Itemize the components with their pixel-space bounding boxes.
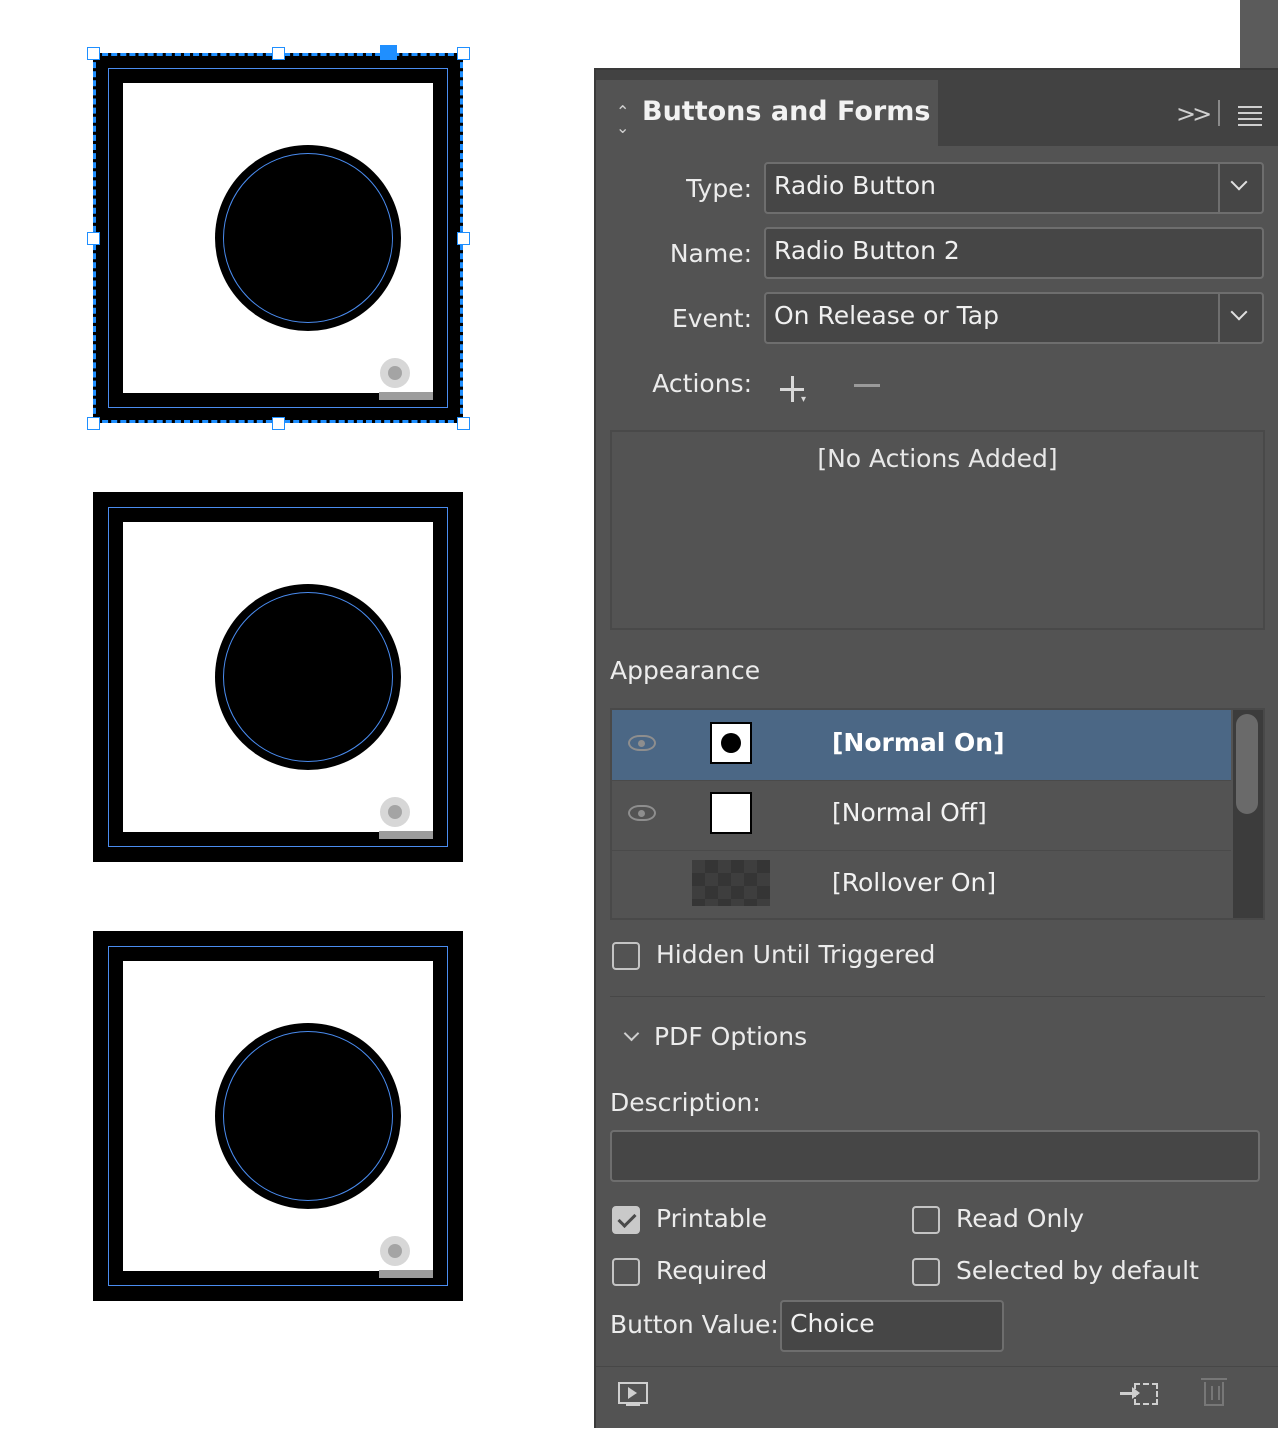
read-only-label: Read Only [956,1204,1085,1233]
section-divider [610,996,1265,997]
header-separator [1218,100,1220,126]
name-label: Name: [669,239,752,268]
state-thumbnail-on [710,722,752,764]
form-field-indicator-icon [380,797,410,827]
resize-handle-bottom[interactable] [272,417,285,430]
eye-icon[interactable] [628,735,656,751]
resize-handle-top[interactable] [272,47,285,60]
state-thumbnail-empty [692,860,770,906]
buttons-and-forms-panel: ⌃ ⌄ Buttons and Forms >> Type: Radio Butt… [594,68,1278,1428]
double-chevron-right-icon[interactable]: >> [1176,100,1212,128]
state-row-normal-on[interactable]: [Normal On] [612,710,1231,781]
event-label: Event: [671,304,752,333]
state-row-normal-off[interactable]: [Normal Off] [612,780,1231,851]
type-label: Type: [686,174,752,203]
preview-stand [626,1404,640,1412]
hidden-until-triggered-label: Hidden Until Triggered [656,940,936,969]
actions-label: Actions: [652,369,752,398]
anchor-handle[interactable] [380,45,397,60]
scrollbar-thumb[interactable] [1236,714,1258,814]
eye-icon[interactable] [628,805,656,821]
selection-frame [93,53,463,423]
required-checkbox[interactable] [612,1258,640,1286]
form-field-indicator-bar [379,831,433,839]
resize-handle-bottom-right[interactable] [457,417,470,430]
type-dropdown-button[interactable] [1218,164,1262,212]
radio-button-artwork-2[interactable] [93,492,463,862]
convert-to-object-icon[interactable] [1120,1380,1162,1410]
chevron-down-icon[interactable] [623,1025,640,1042]
form-field-indicator-icon [380,1236,410,1266]
footer-divider [596,1366,1278,1367]
name-field[interactable]: Radio Button 2 [764,227,1264,279]
up-down-arrows-icon[interactable]: ⌃ ⌄ [616,104,629,136]
required-label: Required [656,1256,768,1285]
event-value: On Release or Tap [774,301,999,330]
panel-tab[interactable]: ⌃ ⌄ Buttons and Forms [596,80,938,146]
state-name: [Normal On] [832,728,1005,757]
resize-handle-top-left[interactable] [87,47,100,60]
add-action-caret-icon: ▾ [801,394,807,405]
convert-box [1134,1383,1158,1405]
description-label: Description: [610,1088,761,1117]
minus-icon[interactable] [854,384,880,387]
appearance-states-list: [Normal On] [Normal Off] [Rollover On] [610,708,1265,920]
preview-spread-icon[interactable] [618,1382,648,1404]
button-value: Choice [790,1309,875,1338]
selected-by-default-checkbox[interactable] [912,1258,940,1286]
actions-list[interactable]: [No Actions Added] [610,430,1265,630]
hamburger-menu-icon[interactable] [1238,106,1262,130]
radio-button-artwork-3[interactable] [93,931,463,1301]
radio-dot-guide [223,1031,393,1201]
printable-checkbox[interactable] [612,1206,640,1234]
resize-handle-right[interactable] [457,232,470,245]
name-value: Radio Button 2 [774,236,960,265]
button-value-label: Button Value: [610,1310,779,1339]
panel-title: Buttons and Forms [642,96,931,127]
document-scrollbar[interactable] [1240,0,1278,70]
button-value-field[interactable]: Choice [780,1300,1004,1352]
resize-handle-left[interactable] [87,232,100,245]
hidden-until-triggered-checkbox[interactable] [612,942,640,970]
state-row-rollover-on[interactable]: [Rollover On] [612,850,1231,918]
event-dropdown-button[interactable] [1218,294,1262,342]
radio-button-face [123,522,433,839]
radio-dot-guide [223,592,393,762]
radio-button-face [123,961,433,1278]
description-field[interactable] [610,1130,1260,1182]
state-name: [Normal Off] [832,798,987,827]
form-field-indicator-bar [379,1270,433,1278]
pdf-options-label[interactable]: PDF Options [654,1022,807,1051]
state-name: [Rollover On] [832,868,997,897]
chevron-down-icon [1230,303,1248,321]
state-thumbnail-off [710,792,752,834]
resize-handle-top-right[interactable] [457,47,470,60]
chevron-down-icon [1230,173,1248,191]
read-only-checkbox[interactable] [912,1206,940,1234]
appearance-label: Appearance [610,656,761,685]
panel-header: ⌃ ⌄ Buttons and Forms >> [596,70,1278,146]
event-dropdown[interactable]: On Release or Tap [764,292,1264,344]
trash-icon[interactable] [1201,1378,1227,1406]
type-value: Radio Button [774,171,936,200]
no-actions-text: [No Actions Added] [817,444,1058,473]
printable-label: Printable [656,1204,768,1233]
selected-by-default-label: Selected by default [956,1256,1199,1285]
type-dropdown[interactable]: Radio Button [764,162,1264,214]
states-scrollbar[interactable] [1233,710,1263,918]
resize-handle-bottom-left[interactable] [87,417,100,430]
radio-dot [721,733,741,753]
